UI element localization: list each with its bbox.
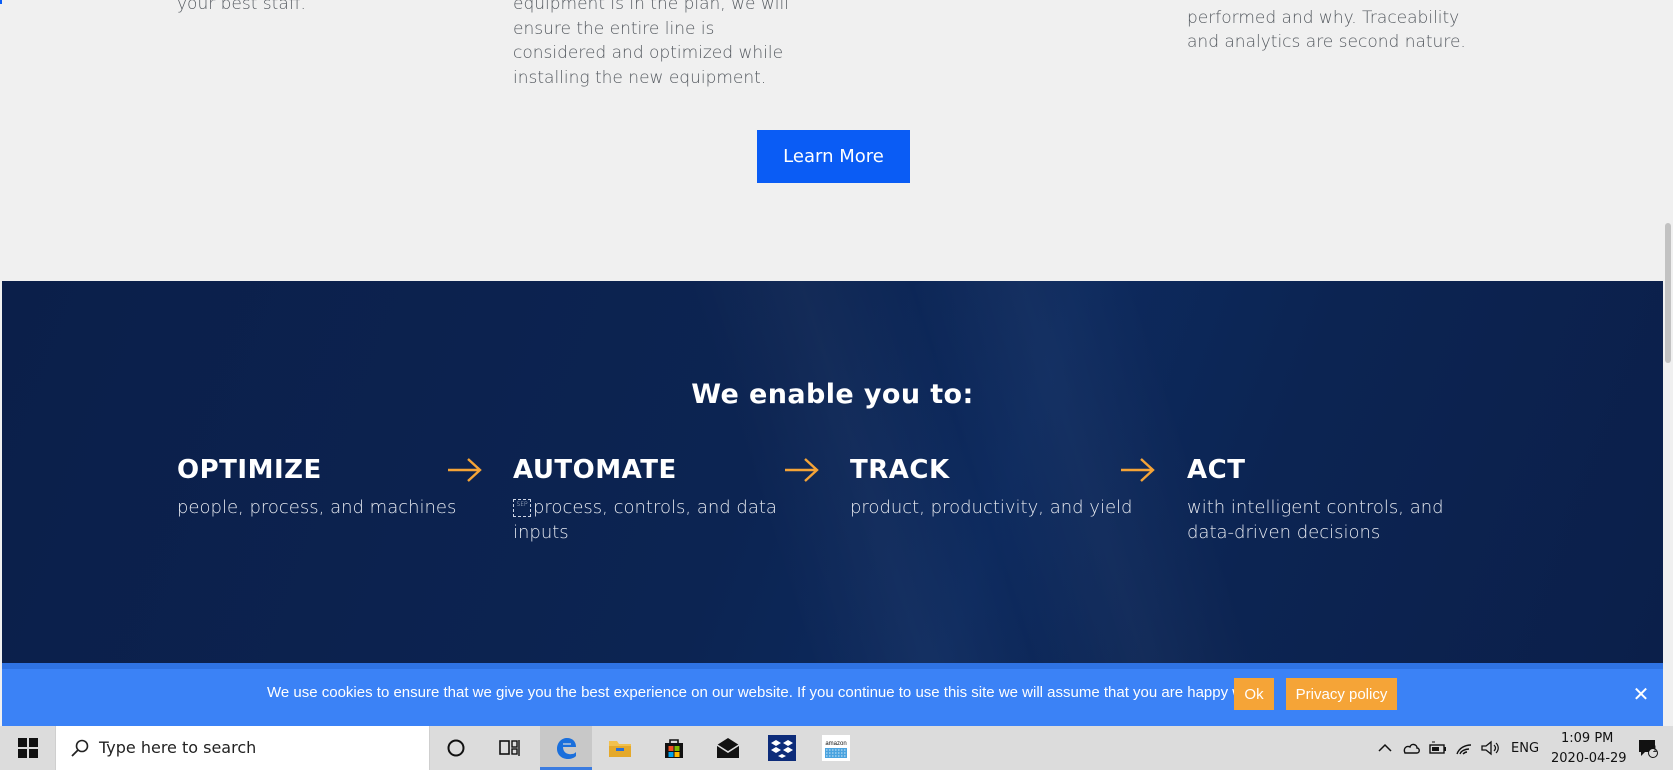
action-center-button[interactable]: 1 [1628, 726, 1668, 770]
cookie-ok-button[interactable]: Ok [1234, 678, 1274, 710]
network-tray-button[interactable] [1452, 726, 1476, 770]
tray-overflow-button[interactable] [1374, 726, 1396, 770]
feature-col2-line1: equipment is in the plan, we will [513, 0, 789, 14]
enable-title: We enable you to: [691, 379, 974, 410]
cortana-circle-icon [447, 739, 465, 757]
pillar-description: with intelligent controls, and data-driv… [1187, 497, 1444, 543]
edge-browser-icon [557, 738, 576, 759]
pillar-description-text: process, controls, and data inputs [513, 497, 777, 543]
speaker-icon [1481, 740, 1499, 756]
amazon-app-icon: amazon [822, 735, 850, 761]
file-explorer-button[interactable] [594, 726, 646, 770]
folder-icon [609, 741, 631, 757]
onedrive-tray-button[interactable] [1399, 726, 1423, 770]
feature-col1-text: your best staff. [177, 0, 306, 14]
arrow-right-icon [785, 458, 819, 482]
windows-taskbar: Type here to search amazon ENG 1:09 PM 2… [0, 726, 1673, 770]
light-features-section: your best staff. equipment is in the pla… [2, 0, 1663, 281]
amazon-button[interactable]: amazon [810, 726, 862, 770]
store-bag-icon [665, 739, 683, 758]
feature-col2-line3: considered and optimized while [513, 43, 784, 63]
task-view-button[interactable] [484, 726, 536, 770]
search-placeholder: Type here to search [99, 738, 257, 757]
cookie-message: We use cookies to ensure that we give yo… [267, 684, 1275, 701]
pillar-optimize: OPTIMIZE people, process, and machines [177, 453, 477, 521]
learn-more-button[interactable]: Learn More [757, 130, 910, 183]
clock-time[interactable]: 1:09 PM [1561, 731, 1613, 746]
feature-col2-line4: installing the new equipment. [513, 68, 767, 88]
pillar-description: product, productivity, and yield [850, 497, 1133, 518]
feature-col4-line1: performed and why. Traceability [1187, 8, 1460, 28]
language-indicator[interactable]: ENG [1511, 741, 1539, 756]
task-view-icon [499, 740, 520, 756]
cortana-button[interactable] [430, 726, 482, 770]
clock-date[interactable]: 2020-04-29 [1551, 751, 1627, 766]
sep-glyph-icon: SEP [513, 499, 531, 517]
privacy-policy-button[interactable]: Privacy policy [1286, 678, 1397, 710]
chevron-up-icon [1378, 743, 1392, 752]
pillar-act: ACT with intelligent controls, and data-… [1187, 453, 1487, 545]
close-icon[interactable]: ✕ [1630, 683, 1652, 705]
start-button[interactable] [0, 726, 55, 770]
cloud-icon [1403, 743, 1420, 754]
edge-taskbar-button[interactable] [540, 726, 592, 770]
dropbox-button[interactable] [756, 726, 808, 770]
feature-col4-line2: and analytics are second nature. [1187, 32, 1466, 52]
mail-button[interactable] [702, 726, 754, 770]
pillar-automate: AUTOMATE SEP process, controls, and data … [513, 453, 813, 545]
page-scrollbar[interactable] [1663, 0, 1673, 726]
search-icon [71, 739, 89, 757]
dropbox-icon [768, 735, 796, 761]
volume-tray-button[interactable] [1478, 726, 1502, 770]
enable-section: We enable you to: OPTIMIZE people, proce… [2, 281, 1663, 663]
cookie-consent-bar: We use cookies to ensure that we give yo… [2, 663, 1663, 726]
pillar-description: SEP process, controls, and data inputs [513, 496, 813, 545]
feature-col2-line2: ensure the entire line is [513, 19, 715, 39]
mail-envelope-icon [716, 738, 740, 758]
windows-logo-icon [17, 738, 38, 758]
arrow-right-icon [1121, 458, 1155, 482]
scrollbar-thumb[interactable] [1665, 223, 1671, 363]
notification-count: 1 [1652, 745, 1658, 755]
taskbar-search-box[interactable]: Type here to search [55, 726, 430, 770]
pillar-heading: TRACK [850, 455, 950, 485]
pillar-heading: ACT [1187, 455, 1246, 485]
pillar-description: people, process, and machines [177, 497, 457, 518]
amazon-logo-text: amazon [825, 741, 846, 747]
pillar-track: TRACK product, productivity, and yield [850, 453, 1150, 521]
store-button[interactable] [648, 726, 700, 770]
pillar-heading: AUTOMATE [513, 455, 677, 485]
wifi-icon [1456, 744, 1472, 755]
pillar-heading: OPTIMIZE [177, 455, 322, 485]
arrow-right-icon [448, 458, 482, 482]
battery-tray-button[interactable] [1426, 726, 1450, 770]
battery-icon [1429, 741, 1446, 754]
